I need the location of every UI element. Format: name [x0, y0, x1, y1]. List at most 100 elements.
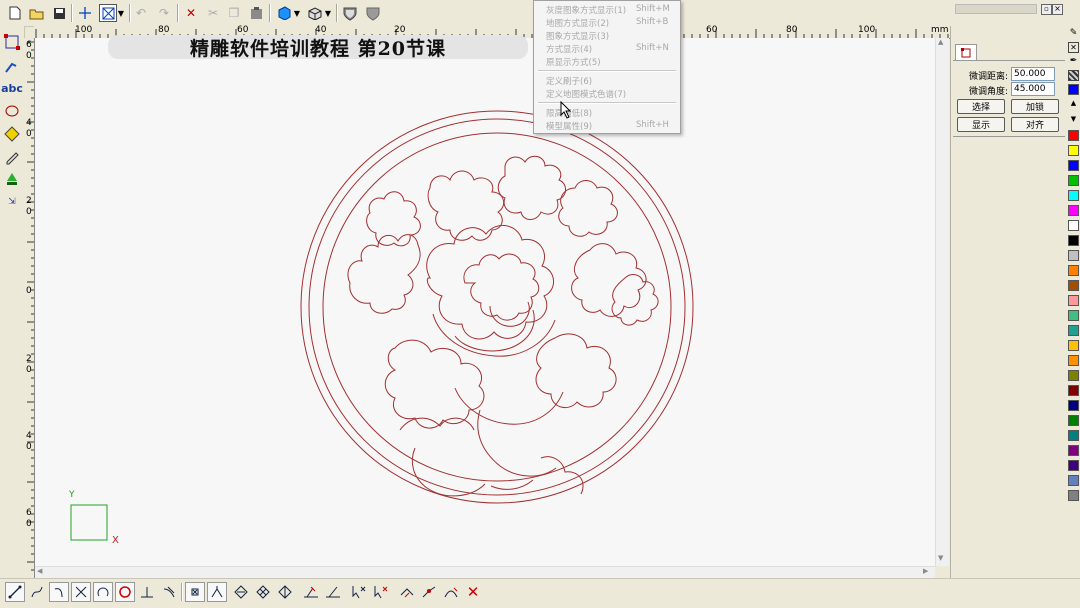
render-dropdown-icon[interactable]: ▼	[293, 4, 301, 22]
color-swatch[interactable]	[1068, 175, 1079, 186]
diamond-node-icon[interactable]	[231, 582, 251, 602]
ellipse-tool-icon[interactable]	[2, 101, 22, 121]
save-icon[interactable]	[50, 4, 68, 22]
color-swatch[interactable]	[1068, 295, 1079, 306]
menu-item-original[interactable]: 原显示方式(5)	[546, 56, 676, 68]
color-swatch[interactable]	[1068, 235, 1079, 246]
scroll-up-icon[interactable]: ▲	[938, 38, 943, 46]
menu-item-mode4[interactable]: 方式显示(4) Shift+N	[546, 43, 676, 55]
extend-tool-icon[interactable]	[323, 582, 343, 602]
menu-item-colormap[interactable]: 定义地图模式色谱(7)	[546, 88, 676, 100]
angle-field[interactable]: 45.000	[1011, 82, 1055, 96]
color-swatch[interactable]	[1068, 84, 1079, 95]
color-swatch[interactable]	[1068, 220, 1079, 231]
render-cube-icon[interactable]	[275, 4, 293, 22]
scroll-right-icon[interactable]: ▶	[923, 567, 928, 575]
distance-field[interactable]: 50.000	[1011, 67, 1055, 81]
color-swatch[interactable]	[1068, 250, 1079, 261]
pen-color-icon[interactable]: ✒	[1068, 56, 1079, 67]
color-swatch[interactable]	[1068, 475, 1079, 486]
shield-icon[interactable]	[341, 4, 359, 22]
tangent-tool-icon[interactable]	[159, 582, 179, 602]
close-icon[interactable]: ×	[1052, 4, 1063, 15]
color-swatch[interactable]	[1068, 340, 1079, 351]
line-tool-icon[interactable]	[5, 582, 25, 602]
break-point-icon[interactable]	[207, 582, 227, 602]
color-swatch[interactable]	[1068, 130, 1079, 141]
align-button[interactable]: 对齐	[1011, 117, 1059, 132]
select-dropdown-icon[interactable]: ▼	[117, 4, 125, 22]
add-lock-button[interactable]: 加锁	[1011, 99, 1059, 114]
menu-item-brush[interactable]: 定义刷子(6)	[546, 75, 676, 87]
view-dropdown-icon[interactable]: ▼	[324, 4, 332, 22]
restore-icon[interactable]: ▫	[1041, 4, 1052, 15]
color-swatch[interactable]	[1068, 400, 1079, 411]
shield-filled-icon[interactable]	[364, 4, 382, 22]
color-swatch[interactable]	[1068, 145, 1079, 156]
panel-tab[interactable]	[955, 44, 977, 61]
color-swatch[interactable]	[1068, 160, 1079, 171]
color-swatch[interactable]	[1068, 415, 1079, 426]
node-edit-icon[interactable]	[2, 32, 22, 52]
color-swatch[interactable]	[1068, 325, 1079, 336]
view-3d-icon[interactable]	[306, 4, 324, 22]
diamond-cross-icon[interactable]	[275, 582, 295, 602]
spline-tool-icon[interactable]	[27, 582, 47, 602]
measure-tool-icon[interactable]: ⇲	[2, 192, 22, 212]
color-swatch[interactable]	[1068, 445, 1079, 456]
select-box-icon[interactable]	[99, 4, 117, 22]
trim-tool-icon[interactable]	[301, 582, 321, 602]
color-swatch[interactable]	[1068, 355, 1079, 366]
pattern-icon[interactable]	[1068, 70, 1079, 81]
color-swatch[interactable]	[1068, 205, 1079, 216]
pencil-icon[interactable]	[2, 147, 22, 167]
polygon-tool-icon[interactable]	[2, 124, 22, 144]
color-swatch[interactable]	[1068, 490, 1079, 501]
cut-icon[interactable]: ✂	[204, 4, 222, 22]
color-swatch[interactable]	[1068, 370, 1079, 381]
select-node-icon[interactable]	[349, 582, 369, 602]
color-swatch[interactable]	[1068, 280, 1079, 291]
delete-tool-icon[interactable]: ✕	[463, 582, 483, 602]
color-swatch[interactable]	[1068, 310, 1079, 321]
menu-item-map[interactable]: 地图方式显示(2) Shift+B	[546, 17, 676, 29]
circle-tool-icon[interactable]	[115, 582, 135, 602]
center-point-icon[interactable]	[185, 582, 205, 602]
color-swatch[interactable]	[1068, 265, 1079, 276]
crosshair-icon[interactable]	[76, 4, 94, 22]
vertical-scrollbar[interactable]: ▲ ▼	[935, 38, 949, 566]
smooth-curve-icon[interactable]	[441, 582, 461, 602]
copy-icon[interactable]: ❐	[225, 4, 243, 22]
arc-tool-icon[interactable]	[49, 582, 69, 602]
undo-icon[interactable]: ↶	[132, 4, 150, 22]
color-swatch[interactable]	[1068, 430, 1079, 441]
no-color-icon[interactable]: ✕	[1068, 42, 1079, 53]
paste-icon[interactable]	[247, 4, 265, 22]
pen-draw-icon[interactable]	[2, 56, 22, 76]
eyedropper-icon[interactable]: ✎	[1068, 28, 1079, 39]
palette-up-icon[interactable]: ▲	[1068, 98, 1079, 109]
delete-icon[interactable]: ✕	[182, 4, 200, 22]
rotate-tool-icon[interactable]	[93, 582, 113, 602]
redo-icon[interactable]: ↷	[155, 4, 173, 22]
intersect-tool-icon[interactable]	[71, 582, 91, 602]
join-curve-icon[interactable]	[419, 582, 439, 602]
new-file-icon[interactable]	[6, 4, 24, 22]
open-folder-icon[interactable]	[28, 4, 46, 22]
palette-down-icon[interactable]: ▼	[1068, 114, 1079, 125]
menu-item-image[interactable]: 图象方式显示(3)	[546, 30, 676, 42]
select-button[interactable]: 选择	[957, 99, 1005, 114]
delete-node-icon[interactable]	[371, 582, 391, 602]
drawing-canvas[interactable]: Y X	[35, 38, 935, 566]
perpendicular-tool-icon[interactable]	[137, 582, 157, 602]
menu-item-grayscale[interactable]: 灰度图象方式显示(1) Shift+M	[546, 4, 676, 16]
text-tool-icon[interactable]: abc	[1, 78, 23, 98]
menu-item-model-props[interactable]: 模型属性(9) Shift+H	[546, 120, 676, 132]
show-button[interactable]: 显示	[957, 117, 1005, 132]
scroll-left-icon[interactable]: ◀	[37, 567, 42, 575]
color-swatch[interactable]	[1068, 190, 1079, 201]
break-curve-icon[interactable]	[397, 582, 417, 602]
scroll-down-icon[interactable]: ▼	[938, 554, 943, 562]
color-swatch[interactable]	[1068, 460, 1079, 471]
fill-tool-icon[interactable]	[2, 169, 22, 189]
